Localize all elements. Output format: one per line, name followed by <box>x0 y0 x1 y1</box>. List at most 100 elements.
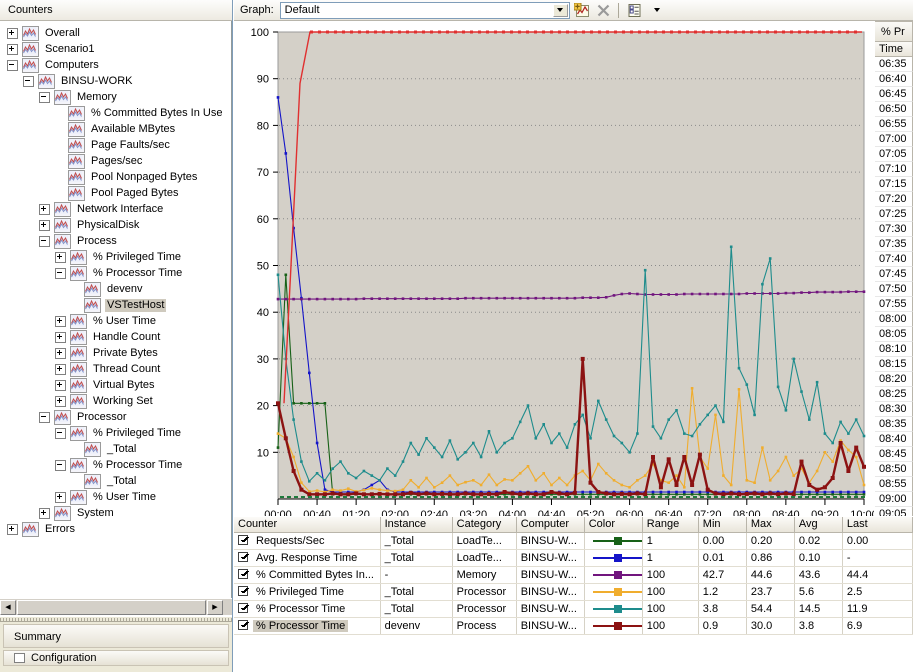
counters-tree[interactable]: Overall Scenario1 Computers BINSU-WORK Memor… <box>0 21 232 598</box>
tree-item[interactable]: % User Time <box>4 313 231 329</box>
time-row[interactable]: 06:40 <box>875 72 913 87</box>
collapse-icon[interactable] <box>55 459 66 471</box>
tree-item[interactable]: Page Faults/sec <box>4 137 231 153</box>
tree-item[interactable]: Pages/sec <box>4 153 231 169</box>
tree-item[interactable]: Private Bytes <box>4 345 231 361</box>
row-checkbox[interactable] <box>238 551 248 562</box>
tree-item[interactable]: Network Interface <box>4 201 231 217</box>
tree-item[interactable]: VSTestHost <box>4 297 231 313</box>
time-row[interactable]: 08:25 <box>875 387 913 402</box>
grid-column-header[interactable]: Color <box>584 517 643 533</box>
grid-column-header[interactable]: Range <box>642 517 699 533</box>
time-row[interactable]: 08:30 <box>875 402 913 417</box>
collapse-icon[interactable] <box>39 91 50 103</box>
expand-icon[interactable] <box>55 347 66 359</box>
table-row[interactable]: % Privileged Time _Total Processor BINSU-W.… <box>234 583 913 601</box>
grid-column-header[interactable]: Counter <box>234 517 381 533</box>
tree-item[interactable]: % Privileged Time <box>4 425 231 441</box>
collapse-icon[interactable] <box>55 427 66 439</box>
collapse-icon[interactable] <box>39 411 50 423</box>
add-graph-icon[interactable] <box>572 1 592 20</box>
tree-item[interactable]: Virtual Bytes <box>4 377 231 393</box>
collapse-icon[interactable] <box>23 75 34 87</box>
time-row[interactable]: 07:35 <box>875 237 913 252</box>
time-row[interactable]: 06:55 <box>875 117 913 132</box>
tree-item[interactable]: % User Time <box>4 489 231 505</box>
tree-item[interactable]: Errors <box>4 521 231 537</box>
scroll-left-button[interactable]: ◀ <box>0 599 16 615</box>
expand-icon[interactable] <box>39 219 50 231</box>
expand-icon[interactable] <box>39 507 50 519</box>
tree-item[interactable]: Computers <box>4 57 231 73</box>
tree-item[interactable]: % Committed Bytes In Use <box>4 105 231 121</box>
time-row[interactable]: 06:45 <box>875 87 913 102</box>
tree-item[interactable]: PhysicalDisk <box>4 217 231 233</box>
tree-item[interactable]: Handle Count <box>4 329 231 345</box>
table-row[interactable]: % Processor Time _Total Processor BINSU-W..… <box>234 600 913 618</box>
time-row[interactable]: 06:35 <box>875 57 913 72</box>
tree-item[interactable]: _Total <box>4 473 231 489</box>
time-row[interactable]: 07:40 <box>875 252 913 267</box>
tree-item[interactable]: Scenario1 <box>4 41 231 57</box>
time-row[interactable]: 08:45 <box>875 447 913 462</box>
time-row[interactable]: 07:55 <box>875 297 913 312</box>
time-row[interactable]: 07:30 <box>875 222 913 237</box>
tree-item[interactable]: devenv <box>4 281 231 297</box>
row-checkbox[interactable] <box>238 534 248 545</box>
tree-item[interactable]: Available MBytes <box>4 121 231 137</box>
nav-item-configuration[interactable]: Configuration <box>3 650 229 666</box>
scroll-right-button[interactable]: ▶ <box>207 599 223 615</box>
collapse-icon[interactable] <box>7 59 18 71</box>
time-row[interactable]: 08:40 <box>875 432 913 447</box>
time-row[interactable]: 06:50 <box>875 102 913 117</box>
counter-legend-grid[interactable]: Counter Instance Category Computer Color Rang… <box>234 516 913 672</box>
time-row[interactable]: 08:50 <box>875 462 913 477</box>
expand-icon[interactable] <box>55 379 66 391</box>
tree-item[interactable]: BINSU-WORK <box>4 73 231 89</box>
expand-icon[interactable] <box>55 395 66 407</box>
grid-column-header[interactable]: Min <box>698 517 747 533</box>
time-row[interactable]: 08:00 <box>875 312 913 327</box>
row-checkbox[interactable] <box>238 602 248 613</box>
time-row[interactable]: 07:15 <box>875 177 913 192</box>
tree-item[interactable]: _Total <box>4 441 231 457</box>
tree-item[interactable]: Memory <box>4 89 231 105</box>
time-row[interactable]: 08:05 <box>875 327 913 342</box>
tree-item[interactable]: Overall <box>4 25 231 41</box>
grid-column-header[interactable]: Avg <box>794 517 843 533</box>
tree-item[interactable]: Processor <box>4 409 231 425</box>
expand-icon[interactable] <box>7 27 18 39</box>
time-row[interactable]: 08:20 <box>875 372 913 387</box>
tree-item[interactable]: Process <box>4 233 231 249</box>
performance-chart[interactable]: 10 20 30 40 50 60 70 80 90 100 00:00 00:40 01:20 02:0… <box>234 21 874 516</box>
time-row[interactable]: 08:55 <box>875 477 913 492</box>
legend-options-icon[interactable] <box>625 1 645 20</box>
chevron-down-icon[interactable] <box>552 3 568 17</box>
time-row[interactable]: 07:20 <box>875 192 913 207</box>
time-row[interactable]: 08:15 <box>875 357 913 372</box>
table-row[interactable]: % Processor Time devenv Process BINSU-W... 1… <box>234 617 913 635</box>
collapse-icon[interactable] <box>39 235 50 247</box>
tree-item[interactable]: Pool Nonpaged Bytes <box>4 169 231 185</box>
table-row[interactable]: % Committed Bytes In... - Memory BINSU-W...… <box>234 566 913 584</box>
expand-icon[interactable] <box>55 315 66 327</box>
row-checkbox[interactable] <box>238 619 248 630</box>
time-row[interactable]: 07:25 <box>875 207 913 222</box>
tree-horizontal-scrollbar[interactable]: ◀ ▶ <box>0 598 232 615</box>
tree-item[interactable]: Working Set <box>4 393 231 409</box>
tree-item[interactable]: Thread Count <box>4 361 231 377</box>
time-row[interactable]: 07:10 <box>875 162 913 177</box>
expand-icon[interactable] <box>55 491 66 503</box>
row-checkbox[interactable] <box>238 568 248 579</box>
time-row[interactable]: 07:45 <box>875 267 913 282</box>
tree-item[interactable]: % Processor Time <box>4 265 231 281</box>
tree-item[interactable]: % Processor Time <box>4 457 231 473</box>
grid-column-header[interactable]: Last <box>842 517 913 533</box>
expand-icon[interactable] <box>55 363 66 375</box>
expand-icon[interactable] <box>7 523 18 535</box>
time-row[interactable]: 08:10 <box>875 342 913 357</box>
tree-item[interactable]: Pool Paged Bytes <box>4 185 231 201</box>
table-row[interactable]: Avg. Response Time _Total LoadTe... BINSU-W… <box>234 549 913 567</box>
row-checkbox[interactable] <box>238 585 248 596</box>
delete-graph-icon[interactable] <box>594 1 614 20</box>
